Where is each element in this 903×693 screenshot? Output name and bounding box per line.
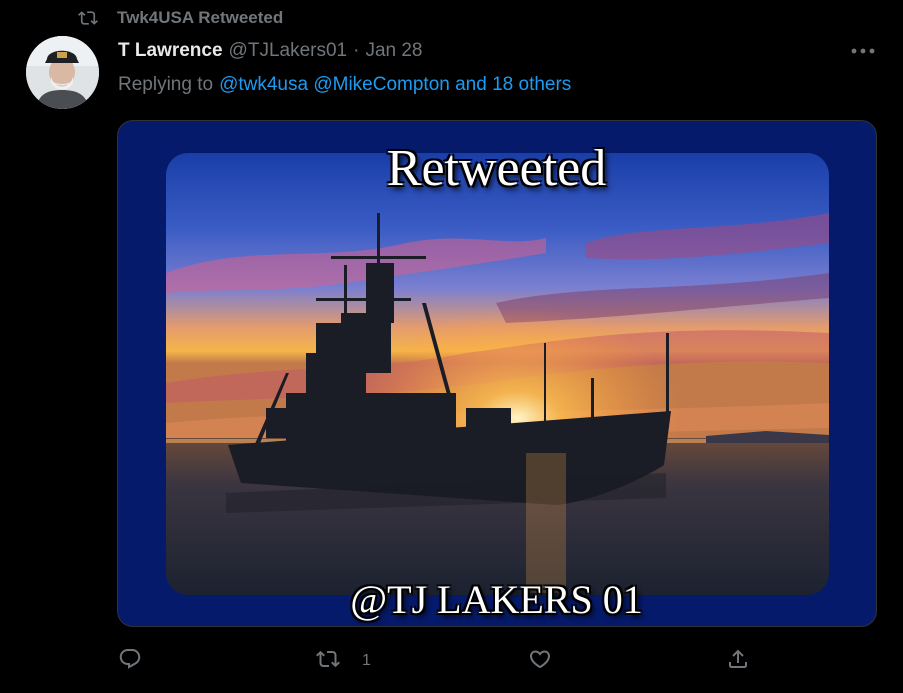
reply-icon xyxy=(118,647,142,676)
media-overlay-caption: @TJ LAKERS 01 xyxy=(350,577,643,622)
share-icon xyxy=(726,647,750,676)
tweet-media[interactable]: Retweeted @TJ LAKERS 01 xyxy=(117,120,877,627)
display-name[interactable]: T Lawrence xyxy=(118,40,223,62)
media-overlay-title: Retweeted xyxy=(386,140,607,197)
share-button[interactable] xyxy=(726,646,750,676)
separator-dot: · xyxy=(353,40,360,61)
retweet-button[interactable]: 1 xyxy=(316,646,371,676)
retweeted-by-row[interactable]: Twk4USA Retweeted xyxy=(78,6,283,30)
heart-icon xyxy=(528,647,552,676)
replying-to-mentions[interactable]: @twk4usa @MikeCompton and 18 others xyxy=(219,74,571,96)
tweet-header: T Lawrence @TJLakers01 · Jan 28 xyxy=(118,38,422,64)
replying-to-label: Replying to xyxy=(118,74,214,95)
tweet[interactable]: Twk4USA Retweeted T Lawrence @TJLakers01… xyxy=(0,0,903,693)
more-horizontal-icon xyxy=(850,42,876,60)
like-button[interactable] xyxy=(528,646,552,676)
more-options-button[interactable] xyxy=(848,40,878,62)
user-handle[interactable]: @TJLakers01 xyxy=(229,40,348,62)
ship-sunset-image xyxy=(166,153,829,595)
replying-to: Replying to @twk4usa @MikeCompton and 18… xyxy=(118,71,571,99)
retweet-icon xyxy=(78,8,98,28)
tweet-actions: 1 xyxy=(118,646,878,676)
avatar[interactable] xyxy=(26,36,99,109)
retweeted-by-label: Twk4USA Retweeted xyxy=(117,8,284,27)
retweet-count: 1 xyxy=(362,652,371,669)
reply-button[interactable] xyxy=(118,646,142,676)
retweet-icon xyxy=(316,647,340,676)
tweet-date[interactable]: Jan 28 xyxy=(365,40,422,62)
